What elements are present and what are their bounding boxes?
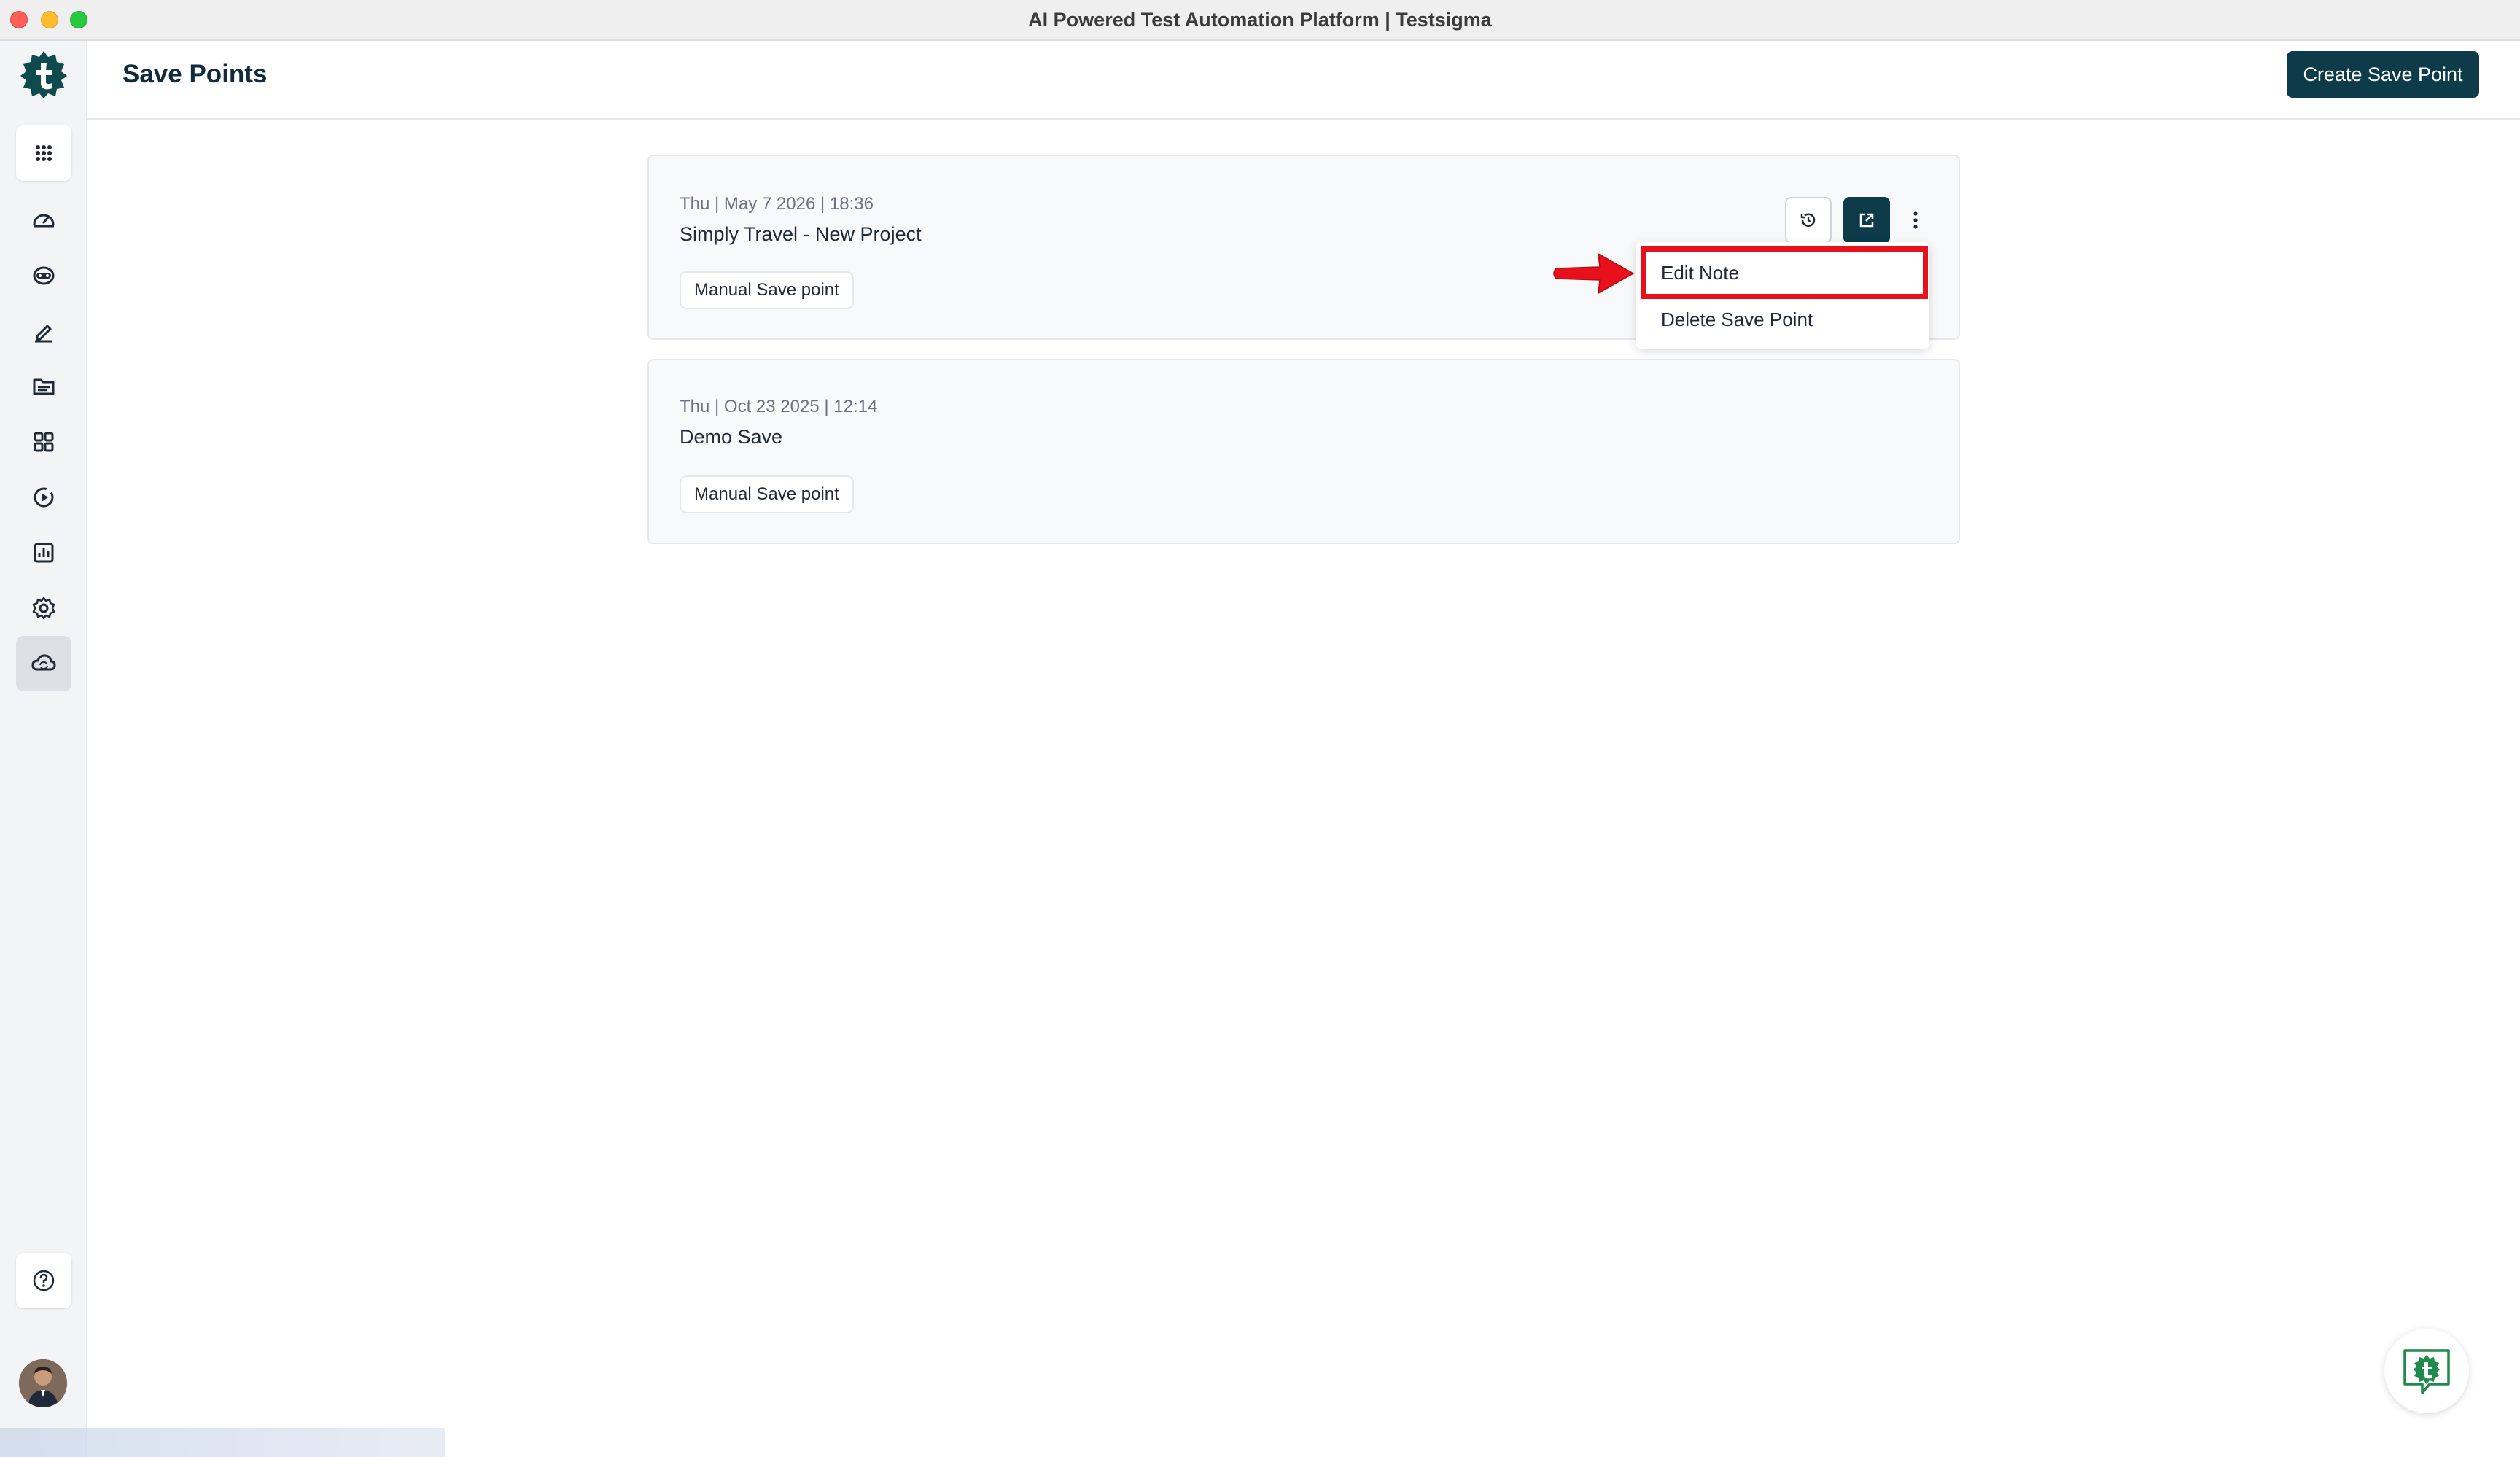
delete-save-point-menu-item[interactable]: Delete Save Point [1636,296,1929,343]
save-point-name: Simply Travel - New Project [680,223,922,245]
folder-icon[interactable] [16,359,71,414]
modules-grid-icon[interactable] [16,414,71,470]
title-bar: AI Powered Test Automation Platform | Te… [0,0,2520,41]
save-point-card[interactable]: Thu | Oct 23 2025 | 12:14 Demo Save Manu… [648,359,1960,544]
annotation-highlight-box [1641,246,1928,299]
open-save-point-button[interactable] [1843,197,1890,244]
create-save-point-button[interactable]: Create Save Point [2287,51,2479,98]
external-link-icon [1859,213,1874,228]
restore-button[interactable] [1785,197,1832,244]
save-point-name: Demo Save [680,426,783,448]
window-title: AI Powered Test Automation Platform | Te… [1028,9,1492,31]
save-point-date: Thu | May 7 2026 | 18:36 [680,194,874,214]
sidebar [0,41,88,1457]
settings-gear-icon[interactable] [16,580,71,636]
kebab-menu-icon [1913,211,1918,229]
save-point-type-badge: Manual Save point [680,475,854,513]
chat-bot-icon [2403,1349,2450,1394]
reports-chart-icon[interactable] [16,525,71,580]
page-title: Save Points [122,60,268,88]
page-header: Save Points Create Save Point [88,41,2520,120]
play-circle-icon[interactable] [16,470,71,525]
status-url-bar [0,1428,445,1457]
ai-agent-icon[interactable] [16,248,71,303]
annotation-arrow-icon [1552,248,1638,299]
more-options-button[interactable] [1905,197,1926,244]
chat-support-button[interactable] [2384,1329,2469,1413]
help-circle-icon[interactable] [16,1253,71,1308]
pencil-icon[interactable] [16,303,71,359]
user-avatar[interactable] [19,1359,67,1407]
testsigma-logo-icon[interactable] [19,50,69,99]
save-point-date: Thu | Oct 23 2025 | 12:14 [680,397,878,416]
dashboard-gauge-icon[interactable] [16,193,71,248]
cloud-sync-icon[interactable] [16,636,71,691]
apps-grid-icon[interactable] [16,125,71,181]
app-window: AI Powered Test Automation Platform | Te… [0,0,2520,1457]
save-point-type-badge: Manual Save point [680,271,854,309]
restore-history-icon [1800,213,1816,227]
